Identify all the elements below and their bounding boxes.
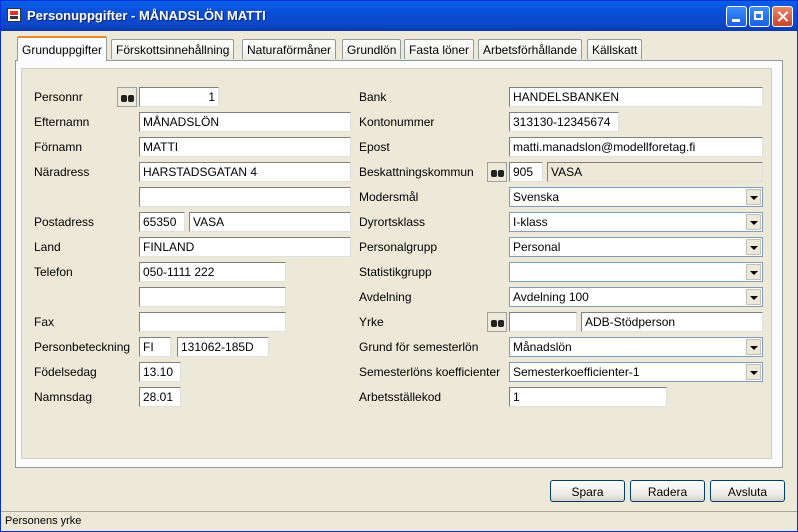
arbetsstallekod-field[interactable]: 1 xyxy=(509,387,667,407)
personalgrupp-select[interactable]: Personal xyxy=(509,237,763,257)
telefon-field[interactable]: 050-1111 222 xyxy=(139,262,286,282)
tab-arbetsforhallande[interactable]: Arbetsförhållande xyxy=(478,39,583,59)
chevron-down-icon[interactable] xyxy=(746,214,761,230)
tab-forskottsinnehallning[interactable]: Förskottsinnehållning xyxy=(111,39,235,59)
telefon-line2-field[interactable] xyxy=(139,287,286,307)
semesterlon-koeff-select[interactable]: Semesterkoefficienter-1 xyxy=(509,362,763,382)
fodelsedag-label: Födelsedag xyxy=(34,365,97,379)
spara-button[interactable]: Spara xyxy=(550,480,625,502)
avdelning-select[interactable]: Avdelning 100 xyxy=(509,287,763,307)
telefon-label: Telefon xyxy=(34,265,73,279)
beskattningskommun-label: Beskattningskommun xyxy=(359,165,474,179)
dyrortsklass-select[interactable]: I-klass xyxy=(509,212,763,232)
statistikgrupp-select[interactable] xyxy=(509,262,763,282)
personalgrupp-label: Personalgrupp xyxy=(359,240,438,254)
grund-semesterlon-label: Grund för semesterlön xyxy=(359,340,479,354)
bank-label: Bank xyxy=(359,90,387,104)
fodelsedag-field[interactable]: 13.10 xyxy=(139,362,181,382)
kommun-name-field: VASA xyxy=(547,162,763,182)
maximize-button[interactable] xyxy=(749,6,770,27)
semesterlon-koeff-label: Semesterlöns koefficienter xyxy=(359,365,501,379)
arbetsstallekod-label: Arbetsställekod xyxy=(359,390,442,404)
personbeteckning-label: Personbeteckning xyxy=(34,340,131,354)
namnsdag-label: Namnsdag xyxy=(34,390,93,404)
grund-semesterlon-value: Månadslön xyxy=(513,340,572,354)
efternamn-label: Efternamn xyxy=(34,115,90,129)
avdelning-value: Avdelning 100 xyxy=(513,290,589,304)
postadress-label: Postadress xyxy=(34,215,95,229)
personbeteckning-field[interactable]: 131062-185D xyxy=(177,337,269,357)
naradress-line2-field[interactable] xyxy=(139,187,351,207)
postnummer-field[interactable]: 65350 xyxy=(139,212,185,232)
chevron-down-icon[interactable] xyxy=(746,264,761,280)
modersmal-value: Svenska xyxy=(513,190,560,204)
grund-semesterlon-select[interactable]: Månadslön xyxy=(509,337,763,357)
tab-naturaformaner[interactable]: Naturaförmåner xyxy=(242,39,337,59)
search-yrke-binoculars-icon[interactable] xyxy=(487,312,507,332)
radera-button[interactable]: Radera xyxy=(630,480,705,502)
modersmal-select[interactable]: Svenska xyxy=(509,187,763,207)
chevron-down-icon[interactable] xyxy=(746,289,761,305)
personnr-label: Personnr xyxy=(34,90,83,104)
search-personnr-binoculars-icon[interactable] xyxy=(117,87,137,107)
yrke-label: Yrke xyxy=(359,315,384,329)
kommun-code-field[interactable]: 905 xyxy=(509,162,543,182)
naradress-field[interactable]: HARSTADSGATAN 4 xyxy=(139,162,351,182)
namnsdag-field[interactable]: 28.01 xyxy=(139,387,181,407)
app-icon[interactable] xyxy=(7,8,21,22)
minimize-button[interactable] xyxy=(726,6,747,27)
postort-field[interactable]: VASA xyxy=(189,212,351,232)
title-bar[interactable]: Personuppgifter - MÅNADSLÖN MATTI xyxy=(1,1,797,31)
fax-field[interactable] xyxy=(139,312,286,332)
land-field[interactable]: FINLAND xyxy=(139,237,351,257)
personnr-field[interactable]: 1 xyxy=(139,87,219,107)
yrke-code-field[interactable] xyxy=(509,312,577,332)
modersmal-label: Modersmål xyxy=(359,190,419,204)
chevron-down-icon[interactable] xyxy=(746,189,761,205)
tab-fasta-loner[interactable]: Fasta löner xyxy=(404,39,475,59)
naradress-label: Näradress xyxy=(34,165,90,179)
yrke-name-field[interactable]: ADB-Stödperson xyxy=(581,312,763,332)
dyrortsklass-label: Dyrortsklass xyxy=(359,215,426,229)
avdelning-label: Avdelning xyxy=(359,290,412,304)
tab-grunduppgifter[interactable]: Grunduppgifter xyxy=(17,36,108,61)
efternamn-field[interactable]: MÅNADSLÖN xyxy=(139,112,351,132)
status-bar: Personens yrke xyxy=(1,511,797,531)
bank-field[interactable]: HANDELSBANKEN xyxy=(509,87,763,107)
window-title: Personuppgifter - MÅNADSLÖN MATTI xyxy=(27,8,266,23)
avsluta-button[interactable]: Avsluta xyxy=(710,480,785,502)
kontonummer-label: Kontonummer xyxy=(359,115,435,129)
tab-kallskatt[interactable]: Källskatt xyxy=(587,39,643,59)
fornamn-field[interactable]: MATTI xyxy=(139,137,351,157)
chevron-down-icon[interactable] xyxy=(746,339,761,355)
chevron-down-icon[interactable] xyxy=(746,239,761,255)
dyrortsklass-value: I-klass xyxy=(513,215,548,229)
land-label: Land xyxy=(34,240,61,254)
personbeteckning-country-field[interactable]: FI xyxy=(139,337,171,357)
close-button[interactable] xyxy=(772,6,793,27)
chevron-down-icon[interactable] xyxy=(746,364,761,380)
epost-field[interactable]: matti.manadslon@modellforetag.fi xyxy=(509,137,763,157)
epost-label: Epost xyxy=(359,140,390,154)
kontonummer-field[interactable]: 313130-12345674 xyxy=(509,112,619,132)
fornamn-label: Förnamn xyxy=(34,140,83,154)
personalgrupp-value: Personal xyxy=(513,240,561,254)
fax-label: Fax xyxy=(34,315,55,329)
search-kommun-binoculars-icon[interactable] xyxy=(487,162,507,182)
statistikgrupp-label: Statistikgrupp xyxy=(359,265,432,279)
semesterlon-koeff-value: Semesterkoefficienter-1 xyxy=(513,365,640,379)
main-window: Personuppgifter - MÅNADSLÖN MATTI Grundu… xyxy=(0,0,798,532)
tab-grundlon[interactable]: Grundlön xyxy=(342,39,402,59)
